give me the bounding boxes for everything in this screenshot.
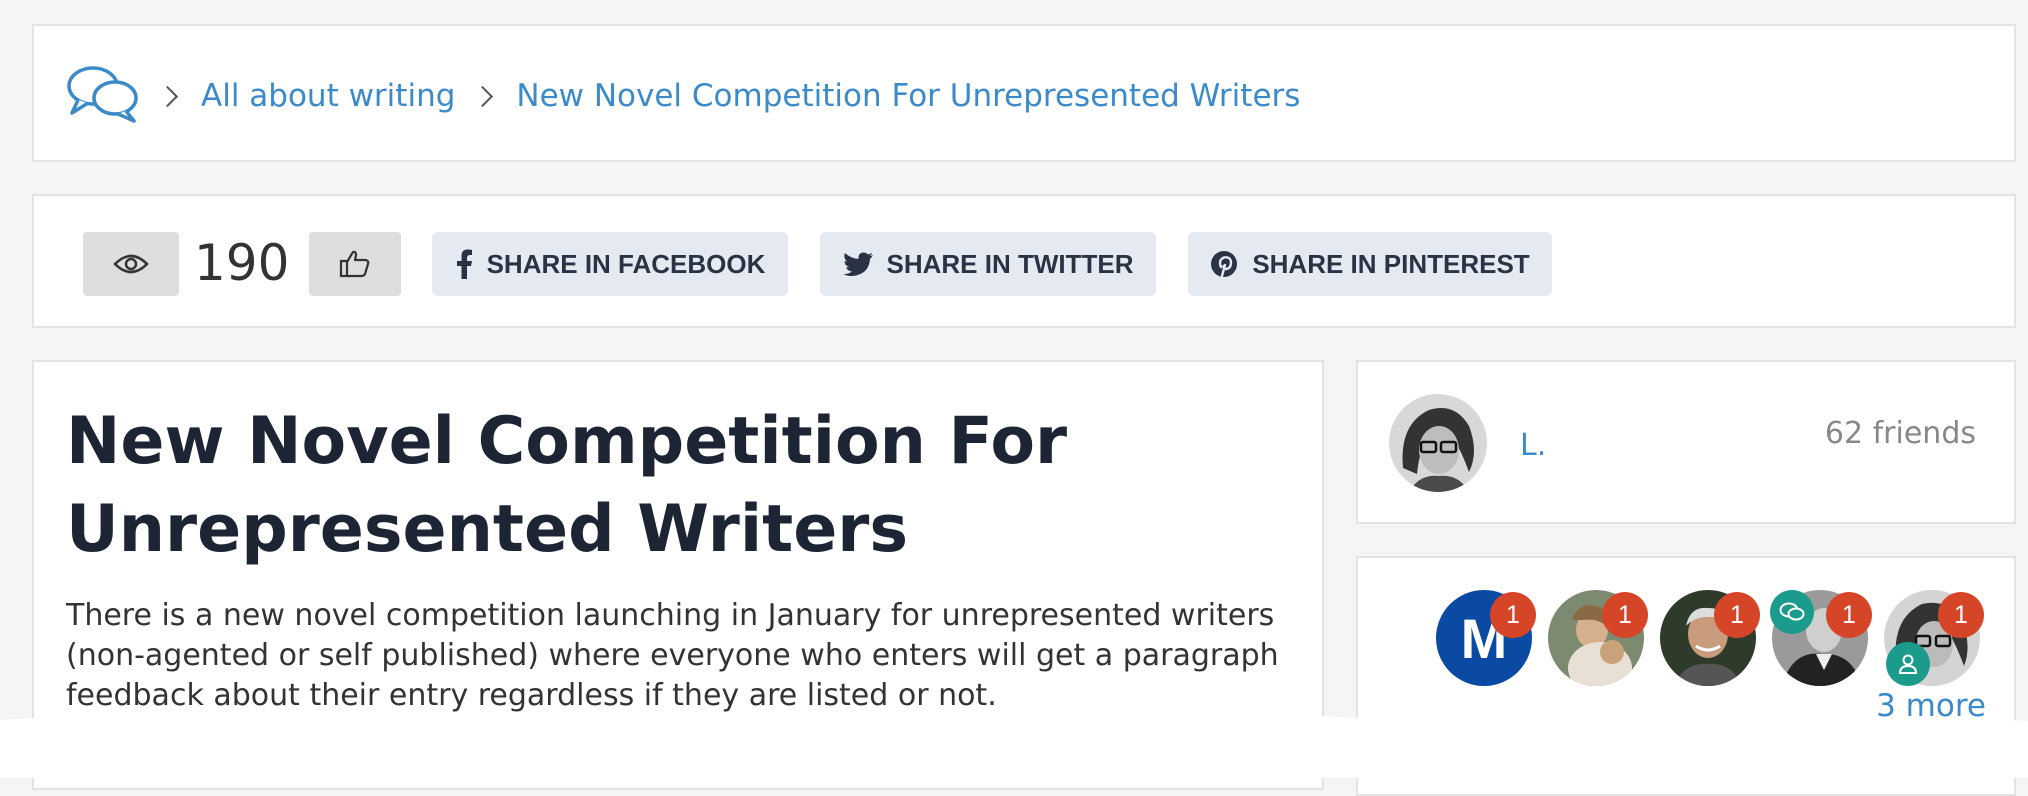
author-card: L. 62 friends bbox=[1356, 360, 2016, 524]
author-avatar[interactable] bbox=[1389, 394, 1487, 492]
chevron-right-icon bbox=[472, 85, 494, 107]
article-body: There is a new novel competition launchi… bbox=[66, 598, 1279, 713]
author-name[interactable]: L. bbox=[1520, 428, 1546, 463]
notification-badge: 1 bbox=[1826, 592, 1872, 638]
share-pinterest-button[interactable]: SHARE IN PINTEREST bbox=[1188, 232, 1552, 296]
friends-count[interactable]: 62 friends bbox=[1825, 416, 1976, 451]
article-title: New Novel Competition For Unrepresented … bbox=[66, 404, 1068, 567]
user-icon bbox=[1886, 642, 1930, 686]
chat-bubbles-icon[interactable] bbox=[66, 63, 140, 129]
breadcrumb: All about writing New Novel Competition … bbox=[32, 24, 2016, 162]
thumbs-up-icon bbox=[339, 250, 370, 278]
views-button[interactable] bbox=[83, 232, 179, 296]
share-bar: 190 SHARE IN FACEBOOK SHARE IN TWITTER S… bbox=[32, 194, 2016, 328]
chat-icon bbox=[1770, 590, 1814, 634]
share-facebook-button[interactable]: SHARE IN FACEBOOK bbox=[432, 232, 788, 296]
notification-badge: 1 bbox=[1938, 592, 1984, 638]
notification-badge: 1 bbox=[1490, 592, 1536, 638]
torn-edge bbox=[0, 716, 2028, 778]
chevron-right-icon bbox=[156, 85, 179, 107]
share-pinterest-label: SHARE IN PINTEREST bbox=[1252, 248, 1530, 279]
like-button[interactable] bbox=[309, 232, 401, 296]
share-twitter-button[interactable]: SHARE IN TWITTER bbox=[820, 232, 1156, 296]
breadcrumb-link-category[interactable]: All about writing bbox=[201, 78, 455, 114]
eye-icon bbox=[113, 254, 149, 274]
views-count: 190 bbox=[194, 234, 290, 292]
share-twitter-label: SHARE IN TWITTER bbox=[886, 248, 1134, 279]
twitter-icon bbox=[842, 252, 873, 276]
share-facebook-label: SHARE IN FACEBOOK bbox=[486, 248, 766, 279]
notification-badge: 1 bbox=[1602, 592, 1648, 638]
facebook-icon bbox=[456, 249, 472, 279]
pinterest-icon bbox=[1211, 251, 1238, 278]
notification-badge: 1 bbox=[1714, 592, 1760, 638]
breadcrumb-link-current[interactable]: New Novel Competition For Unrepresented … bbox=[516, 78, 1300, 114]
